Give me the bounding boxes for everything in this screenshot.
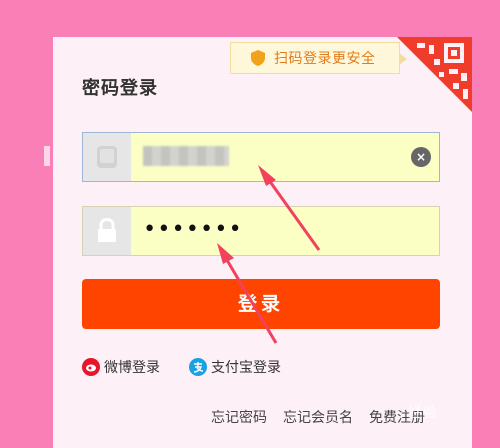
watermark-text: 经验 [408, 405, 438, 421]
annotation-arrows [217, 165, 321, 344]
